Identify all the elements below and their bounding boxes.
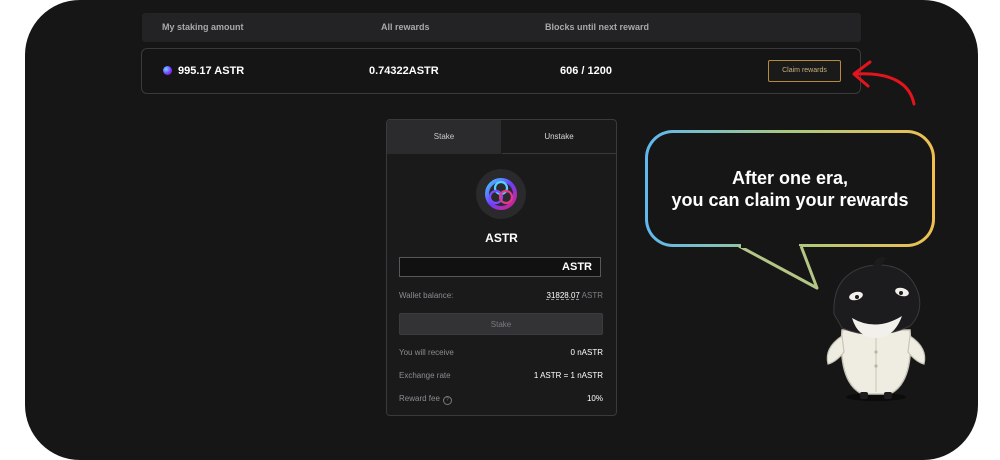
- receive-label: You will receive: [399, 348, 454, 357]
- wallet-balance-row: Wallet balance: 31828.07 ASTR: [399, 291, 603, 300]
- callout-text: After one era, you can claim your reward…: [645, 167, 935, 211]
- header-blocks-until: Blocks until next reward: [545, 22, 650, 32]
- reward-fee-value: 10%: [586, 394, 603, 403]
- callout-line-1: After one era,: [731, 168, 849, 188]
- callout-line-2: you can claim your rewards: [671, 190, 909, 210]
- tab-stake[interactable]: Stake: [387, 120, 501, 154]
- reward-fee-label: Reward fee: [399, 394, 440, 403]
- staking-amount-cell: 995.17 ASTR: [163, 65, 244, 77]
- wallet-balance-value[interactable]: 31828.07: [547, 291, 580, 300]
- header-all-rewards: All rewards: [381, 22, 430, 32]
- orca-mascot-icon: [826, 257, 926, 401]
- claim-rewards-button[interactable]: Claim rewards: [768, 60, 841, 82]
- frame-corner-right: [918, 0, 978, 60]
- receive-value: 0 nASTR: [570, 348, 603, 357]
- exchange-rate-label: Exchange rate: [399, 371, 451, 380]
- receive-row: You will receive 0 nASTR: [399, 348, 603, 357]
- wallet-balance-unit: ASTR: [581, 291, 603, 300]
- help-icon[interactable]: ?: [442, 396, 452, 405]
- stake-button[interactable]: Stake: [399, 313, 603, 335]
- header-staking-amount: My staking amount: [162, 22, 244, 32]
- wallet-balance-label: Wallet balance:: [399, 291, 454, 300]
- all-rewards-value: 0.74322ASTR: [369, 65, 439, 77]
- staking-summary-row: 995.17 ASTR 0.74322ASTR 606 / 1200 Claim…: [141, 48, 861, 94]
- stake-panel: Stake Unstake ASTR Wallet balance: 31828…: [386, 119, 617, 416]
- stake-tabs: Stake Unstake: [387, 120, 616, 154]
- staking-table-header: My staking amount All rewards Blocks unt…: [142, 13, 861, 42]
- astar-logo-icon: [476, 169, 526, 219]
- wallet-balance-group: 31828.07 ASTR: [547, 291, 604, 300]
- exchange-rate-value: 1 ASTR = 1 nASTR: [533, 371, 603, 380]
- tab-unstake[interactable]: Unstake: [502, 120, 616, 154]
- reward-fee-row: Reward fee? 10%: [399, 394, 603, 405]
- frame-corner-left: [25, 0, 85, 60]
- blocks-value: 606 / 1200: [560, 65, 612, 77]
- astar-token-icon: [163, 66, 172, 75]
- red-arrow-annotation: [852, 60, 916, 106]
- staking-amount-value: 995.17 ASTR: [178, 65, 245, 77]
- stake-amount-input[interactable]: [399, 257, 601, 277]
- token-name: ASTR: [485, 231, 518, 245]
- exchange-rate-row: Exchange rate 1 ASTR = 1 nASTR: [399, 371, 603, 380]
